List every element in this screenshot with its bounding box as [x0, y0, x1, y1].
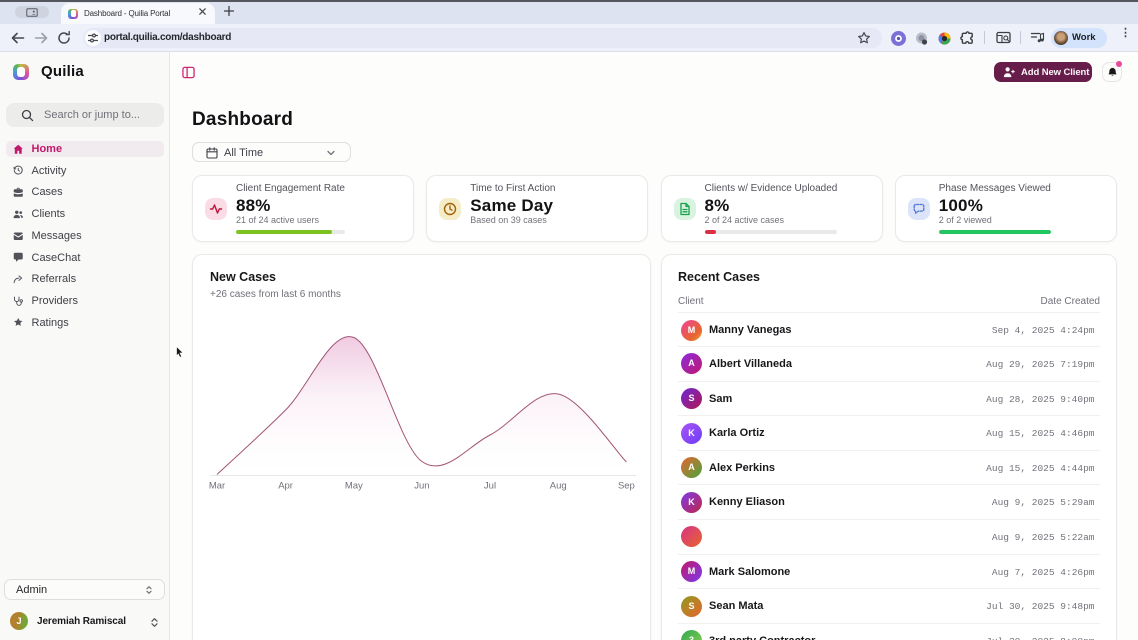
svg-text:May: May [345, 481, 363, 492]
svg-text:Sep: Sep [618, 481, 635, 492]
svg-text:Mar: Mar [209, 481, 225, 492]
svg-text:Jun: Jun [414, 481, 429, 492]
svg-text:Jul: Jul [484, 481, 496, 492]
svg-text:Aug: Aug [550, 481, 567, 492]
svg-text:Apr: Apr [278, 481, 293, 492]
